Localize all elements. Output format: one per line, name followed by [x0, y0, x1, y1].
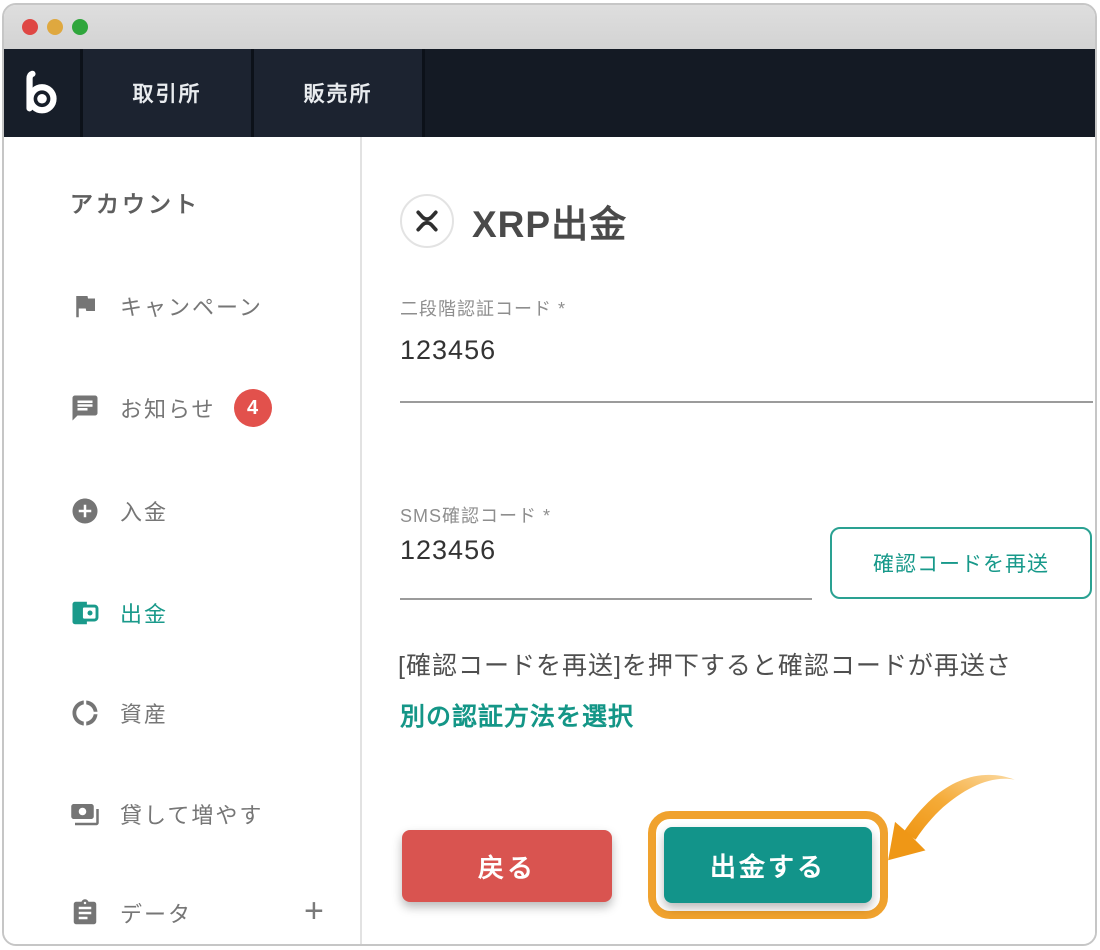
notification-count-badge: 4 [234, 389, 272, 427]
navbar: 取引所 販売所 [4, 49, 1095, 137]
add-circle-icon [70, 496, 100, 526]
two-factor-code-label: 二段階認証コード * [400, 295, 566, 321]
sidebar-item-campaign[interactable]: キャンペーン [4, 282, 362, 330]
sidebar-item-notifications[interactable]: お知らせ 4 [4, 384, 362, 432]
tab-exchange[interactable]: 取引所 [83, 49, 251, 137]
chat-icon [70, 393, 100, 423]
resend-info-text: [確認コードを再送]を押下すると確認コードが再送さ [398, 646, 1012, 682]
highlight-annotation-box: 出金する [648, 811, 888, 919]
back-button[interactable]: 戻る [402, 830, 612, 902]
donut-chart-icon [70, 698, 100, 728]
input-underline [400, 401, 1093, 403]
two-factor-code-input[interactable]: 123456 [400, 335, 496, 366]
alternate-auth-link[interactable]: 別の認証方法を選択 [400, 697, 634, 733]
sms-code-label: SMS確認コード * [400, 502, 551, 528]
tab-sales[interactable]: 販売所 [254, 49, 422, 137]
close-window-button[interactable] [22, 19, 38, 35]
sidebar: アカウント キャンペーン お知らせ 4 入金 [4, 137, 362, 946]
browser-window: 取引所 販売所 アカウント キャンペーン お知らせ 4 [2, 3, 1097, 946]
sidebar-item-deposit[interactable]: 入金 [4, 487, 362, 535]
resend-code-button[interactable]: 確認コードを再送 [830, 527, 1092, 599]
input-underline [400, 598, 812, 600]
navbar-spacer [425, 49, 1095, 137]
withdraw-button[interactable]: 出金する [664, 827, 872, 903]
sidebar-header-account: アカウント [70, 185, 200, 219]
sidebar-item-withdraw[interactable]: 出金 [4, 589, 362, 637]
withdraw-page: XRP出金 二段階認証コード * 123456 SMS確認コード * 12345… [362, 137, 1095, 946]
bitbank-logo[interactable] [4, 49, 80, 137]
sidebar-item-assets[interactable]: 資産 [4, 689, 362, 737]
sidebar-item-lending[interactable]: 貸して増やす [4, 790, 362, 838]
expand-plus-icon[interactable]: + [304, 892, 324, 931]
clipboard-icon [70, 898, 100, 928]
flag-icon [70, 291, 100, 321]
sidebar-item-data[interactable]: データ + [4, 889, 362, 937]
annotation-arrow-icon [875, 763, 1025, 871]
xrp-icon [400, 194, 454, 248]
sms-code-input[interactable]: 123456 [400, 535, 496, 566]
payments-icon [70, 799, 100, 829]
minimize-window-button[interactable] [47, 19, 63, 35]
titlebar [4, 5, 1095, 49]
wallet-icon [70, 598, 100, 628]
zoom-window-button[interactable] [72, 19, 88, 35]
page-title: XRP出金 [472, 194, 627, 248]
